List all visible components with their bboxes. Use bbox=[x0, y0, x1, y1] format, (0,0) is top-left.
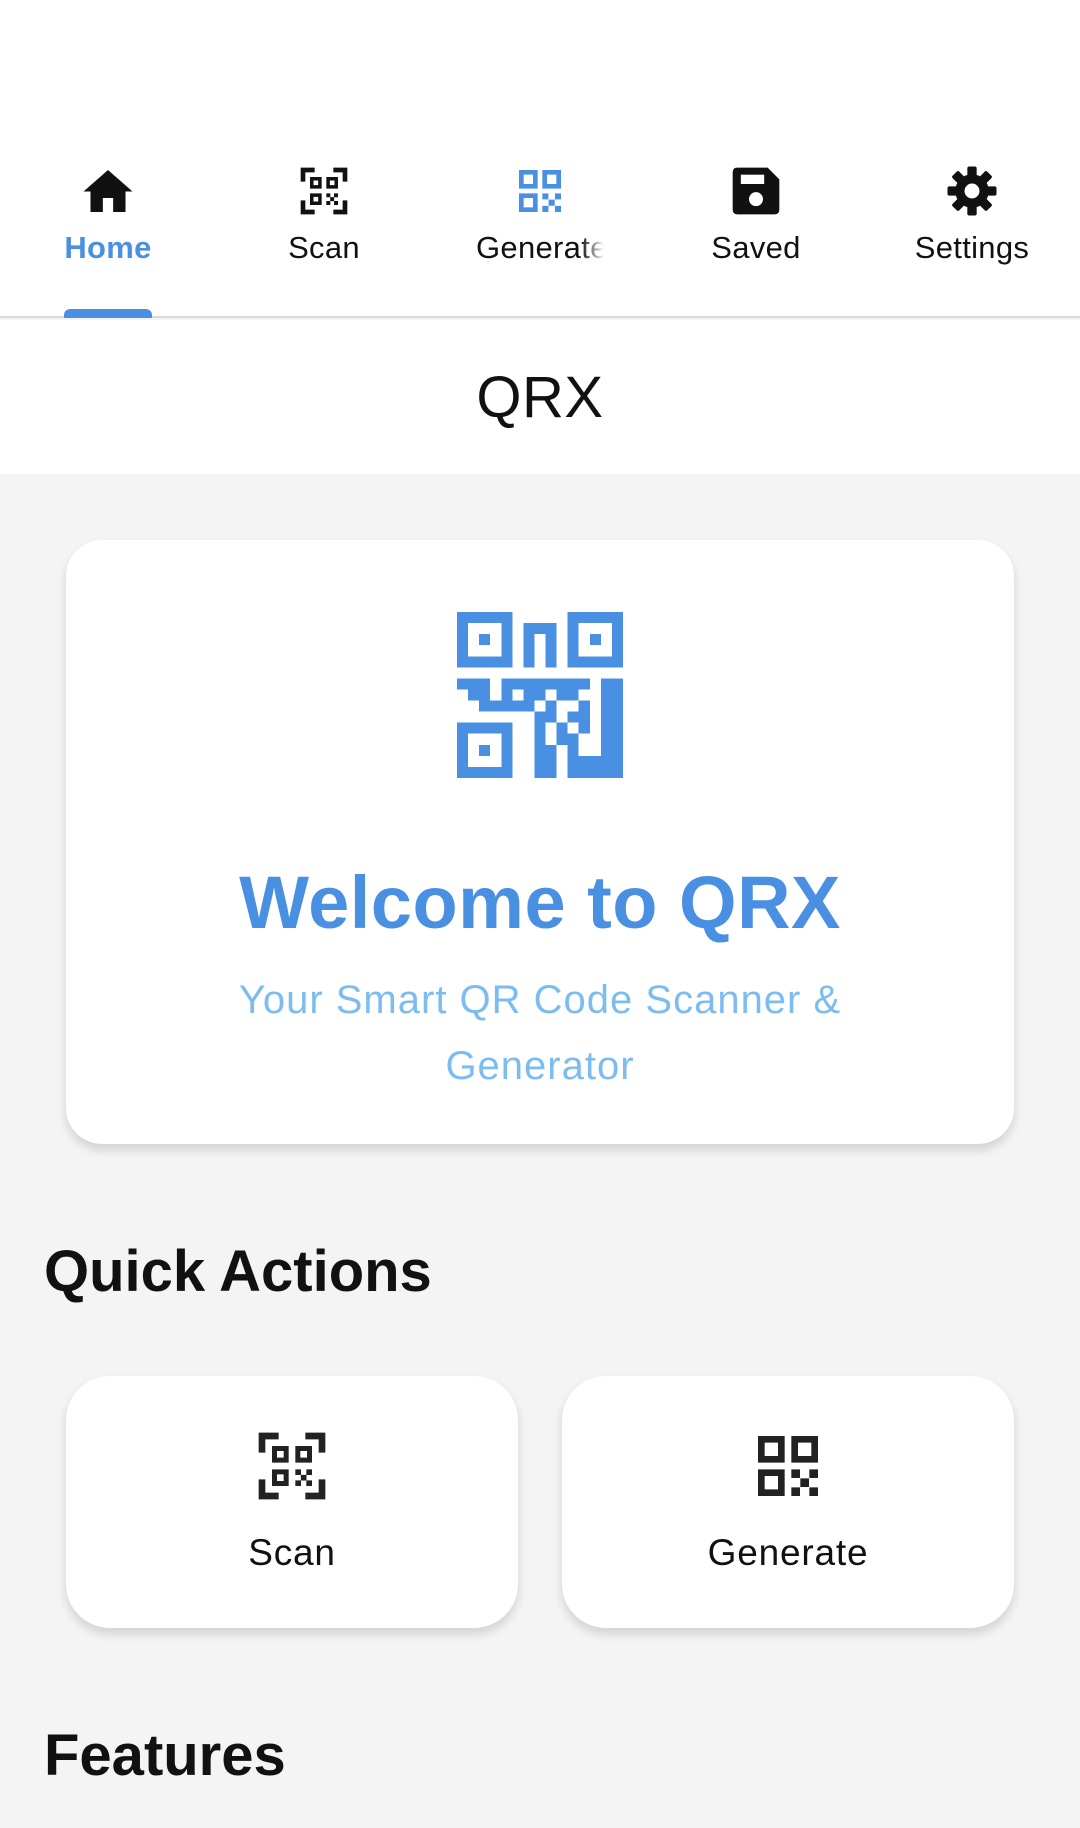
generate-action-label: Generate bbox=[707, 1532, 869, 1573]
page-title: QRX bbox=[476, 364, 604, 430]
status-bar bbox=[0, 0, 1080, 140]
qr-scan-icon bbox=[252, 1426, 332, 1506]
welcome-title: Welcome to QRX bbox=[239, 861, 841, 944]
generate-action-button[interactable]: Generate bbox=[562, 1376, 1014, 1628]
tab-saved[interactable]: Saved bbox=[648, 140, 864, 316]
features-title: Features bbox=[44, 1723, 286, 1788]
welcome-subtitle: Your Smart QR Code Scanner & Generator bbox=[238, 978, 842, 1088]
save-icon bbox=[727, 162, 785, 220]
qr-code-icon bbox=[511, 162, 569, 220]
tab-settings-label: Settings bbox=[914, 230, 1030, 265]
tab-scan[interactable]: Scan bbox=[216, 140, 432, 316]
tab-scan-label: Scan bbox=[288, 230, 360, 265]
tab-generate-label: Generate bbox=[476, 230, 604, 265]
quick-actions-title: Quick Actions bbox=[44, 1239, 432, 1304]
tab-home-label: Home bbox=[64, 230, 152, 265]
qr-code-logo-icon bbox=[457, 612, 623, 778]
home-icon bbox=[79, 162, 137, 220]
app-header: QRX bbox=[0, 320, 1080, 474]
top-tab-bar: Home Scan Generate Saved Settings bbox=[0, 140, 1080, 318]
scan-action-label: Scan bbox=[248, 1532, 336, 1573]
tab-settings[interactable]: Settings bbox=[864, 140, 1080, 316]
scan-action-button[interactable]: Scan bbox=[66, 1376, 518, 1628]
qr-code-icon bbox=[748, 1426, 828, 1506]
tab-generate[interactable]: Generate bbox=[432, 140, 648, 316]
qr-scan-icon bbox=[295, 162, 353, 220]
welcome-card: Welcome to QRX Your Smart QR Code Scanne… bbox=[66, 540, 1014, 1144]
gear-icon bbox=[943, 162, 1001, 220]
tab-home[interactable]: Home bbox=[0, 140, 216, 316]
active-tab-indicator bbox=[64, 309, 152, 318]
tab-saved-label: Saved bbox=[711, 230, 801, 265]
